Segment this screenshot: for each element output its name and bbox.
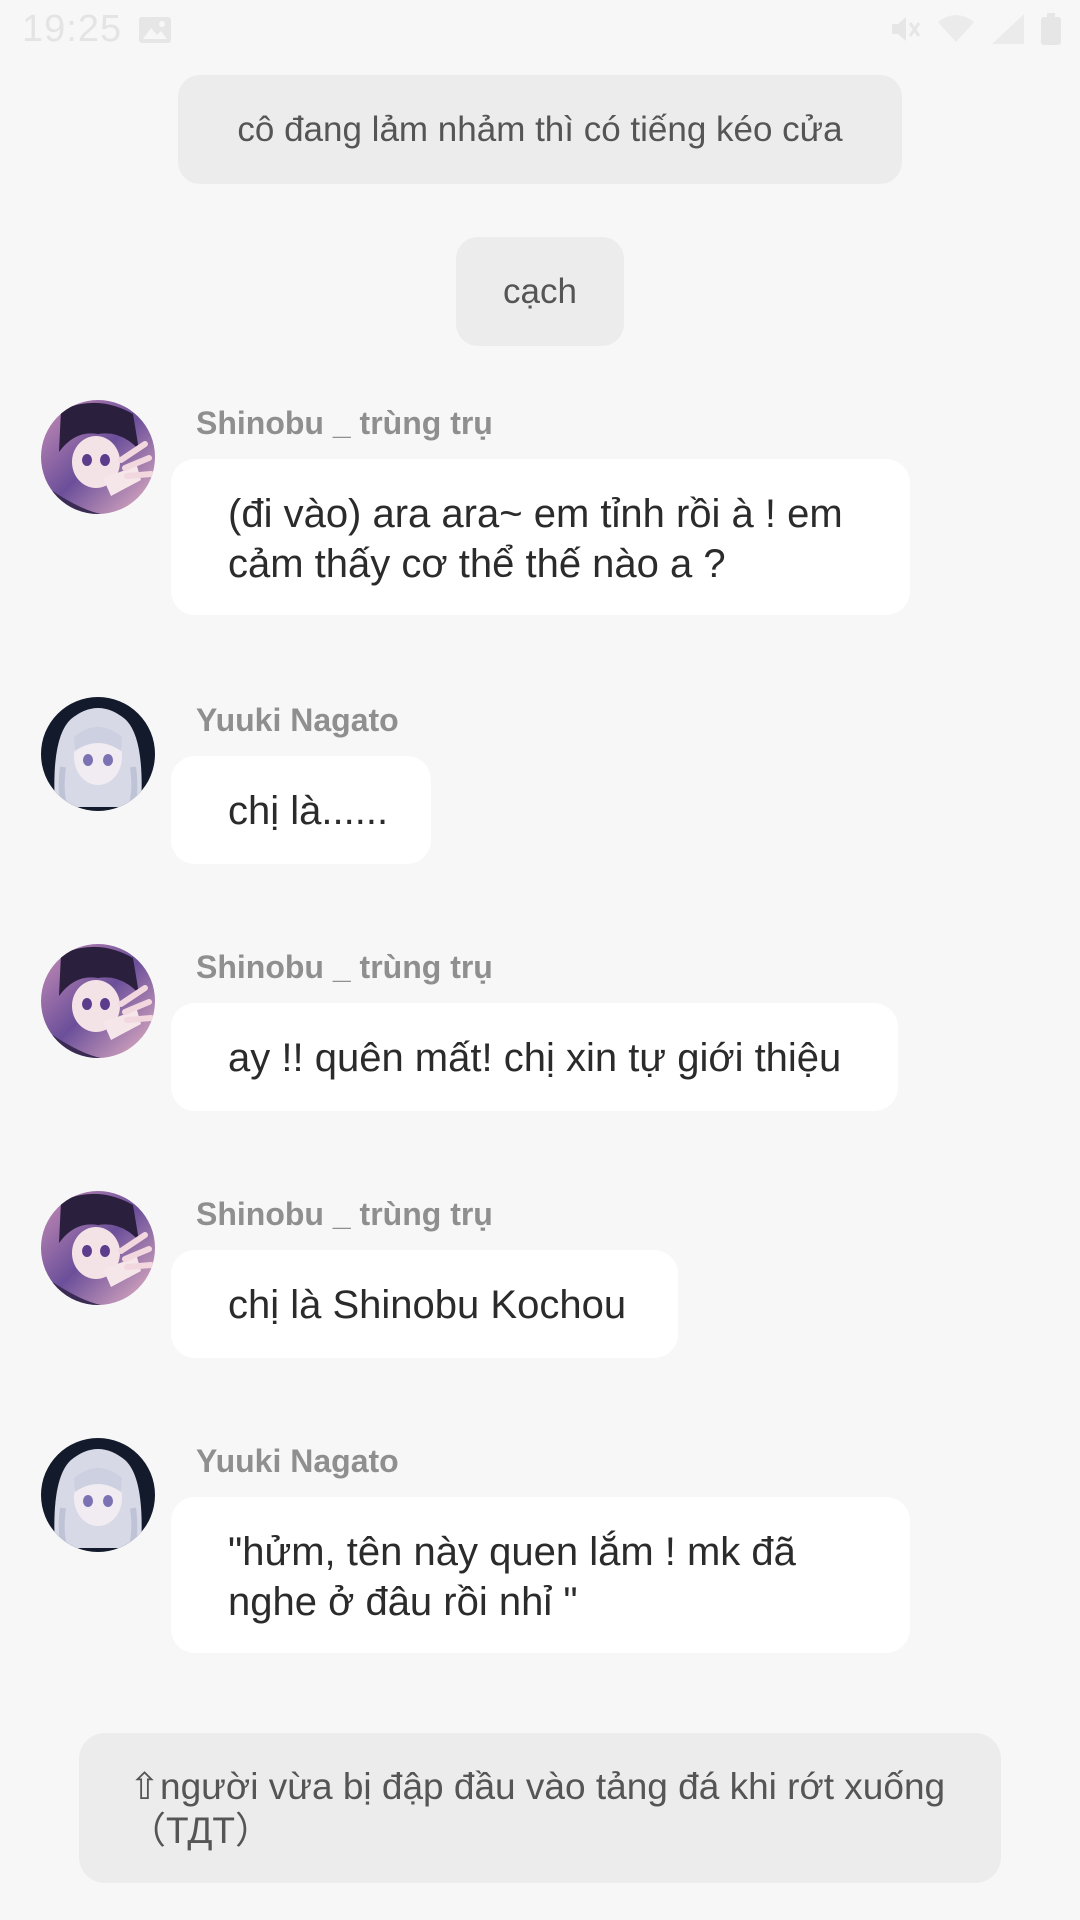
battery-icon: [1041, 13, 1061, 45]
message-bubble[interactable]: "hửm, tên này quen lắm ! mk đã nghe ở đâ…: [171, 1497, 910, 1653]
note-text: ⇧người vừa bị đập đầu vào tảng đá khi rớ…: [129, 1766, 946, 1851]
wifi-icon: [938, 15, 974, 42]
message-text: (đi vào) ara ara~ em tỉnh rồi à ! em cảm…: [228, 492, 843, 586]
shinobu-avatar[interactable]: [41, 400, 155, 514]
message-bubble[interactable]: chị là Shinobu Kochou: [171, 1250, 678, 1358]
message-text: ay !! quên mất! chị xin tự giới thiệu: [228, 1036, 842, 1080]
narration-note: ⇧người vừa bị đập đầu vào tảng đá khi rớ…: [79, 1733, 1001, 1883]
narration-bubble: cô đang lảm nhảm thì có tiếng kéo cửa: [178, 75, 902, 184]
message-bubble[interactable]: ay !! quên mất! chị xin tự giới thiệu: [171, 1003, 898, 1111]
message-text: "hửm, tên này quen lắm ! mk đã nghe ở đâ…: [228, 1530, 796, 1624]
sender-name: Shinobu _ trùng trụ: [196, 949, 493, 985]
narration-bubble: cạch: [456, 237, 624, 346]
shinobu-avatar[interactable]: [41, 944, 155, 1058]
signal-icon: [992, 14, 1024, 44]
sender-name: Shinobu _ trùng trụ: [196, 405, 493, 441]
yuuki-avatar[interactable]: [41, 1438, 155, 1552]
sender-name: Yuuki Nagato: [196, 1443, 399, 1479]
message-text: chị là......: [228, 789, 389, 833]
sender-name: Shinobu _ trùng trụ: [196, 1196, 493, 1232]
image-icon: [139, 17, 171, 43]
status-bar: 19:25: [0, 0, 1080, 62]
message-text: chị là Shinobu Kochou: [228, 1283, 627, 1327]
yuuki-avatar[interactable]: [41, 697, 155, 811]
message-bubble[interactable]: chị là......: [171, 756, 431, 864]
status-icons: [888, 12, 1062, 46]
narration-text: cạch: [503, 271, 577, 311]
status-time: 19:25: [22, 8, 123, 50]
shinobu-avatar[interactable]: [41, 1191, 155, 1305]
sender-name: Yuuki Nagato: [196, 702, 399, 738]
message-bubble[interactable]: (đi vào) ara ara~ em tỉnh rồi à ! em cảm…: [171, 459, 910, 615]
narration-text: cô đang lảm nhảm thì có tiếng kéo cửa: [237, 109, 843, 149]
mute-icon: [892, 17, 921, 41]
